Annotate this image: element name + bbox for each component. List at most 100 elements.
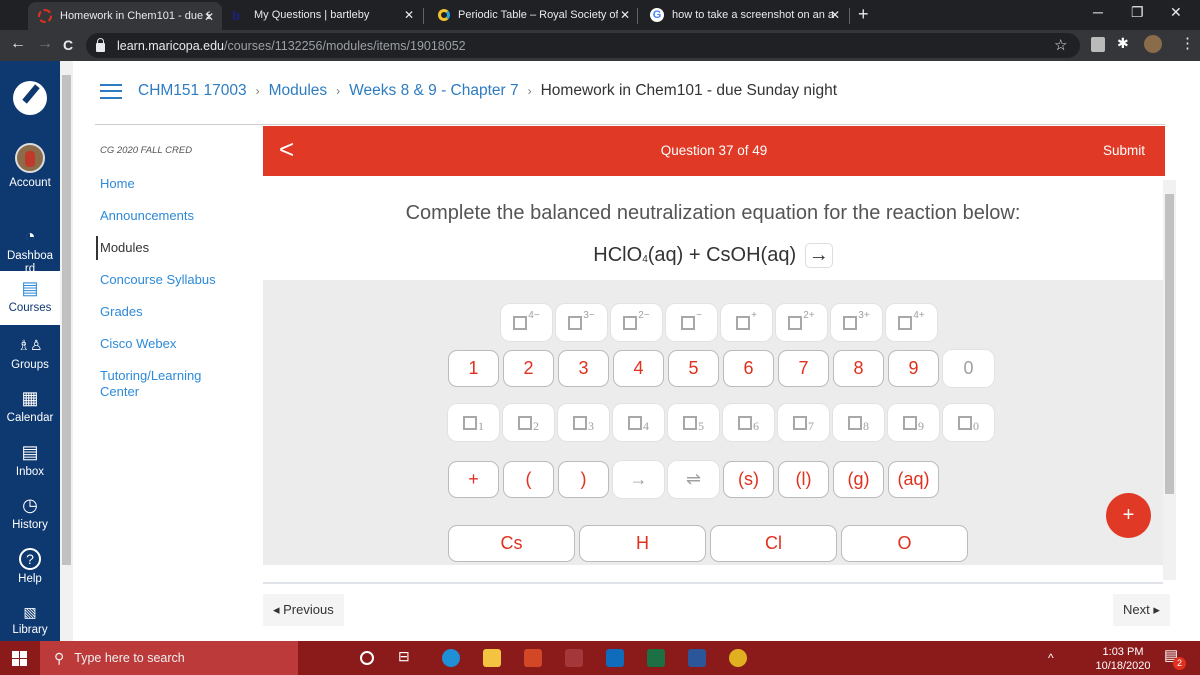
tab-periodic-table[interactable]: Periodic Table – Royal Society of ✕ xyxy=(428,0,638,30)
puzzle-extensions-icon[interactable]: ✱ xyxy=(1117,35,1129,52)
minimize-button[interactable]: ─ xyxy=(1093,4,1103,20)
breadcrumb-module[interactable]: Weeks 8 & 9 - Chapter 7 xyxy=(349,82,518,100)
symbol-key[interactable]: (l) xyxy=(778,461,829,498)
hamburger-menu-icon[interactable] xyxy=(100,83,122,99)
symbol-key[interactable]: + xyxy=(448,461,499,498)
symbol-key[interactable]: ) xyxy=(558,461,609,498)
close-tab-icon[interactable]: ✕ xyxy=(620,8,630,22)
subscript-key[interactable]: 3 xyxy=(558,404,609,441)
tab-bartleby[interactable]: b My Questions | bartleby ✕ xyxy=(222,0,422,30)
digit-key[interactable]: 6 xyxy=(723,350,774,387)
element-key[interactable]: Cs xyxy=(448,525,575,562)
word-icon[interactable] xyxy=(688,649,706,667)
tray-expand-icon[interactable]: ^ xyxy=(1048,651,1054,665)
digit-key[interactable]: 7 xyxy=(778,350,829,387)
chrome-icon[interactable] xyxy=(729,649,747,667)
course-nav-modules[interactable]: Modules xyxy=(96,236,216,260)
close-window-button[interactable]: ✕ xyxy=(1170,4,1182,21)
digit-key[interactable]: 9 xyxy=(888,350,939,387)
element-key[interactable]: Cl xyxy=(710,525,837,562)
task-view-icon[interactable]: ⊟ xyxy=(398,648,416,666)
symbol-key[interactable]: ( xyxy=(503,461,554,498)
subscript-key[interactable]: 5 xyxy=(668,404,719,441)
charge-key[interactable]: 2+ xyxy=(776,304,827,341)
global-nav-inbox[interactable]: ▤ Inbox xyxy=(0,441,60,479)
global-nav-calendar[interactable]: ▦ Calendar xyxy=(0,387,60,425)
digit-key[interactable]: 8 xyxy=(833,350,884,387)
back-button[interactable]: ← xyxy=(10,35,26,53)
new-tab-button[interactable]: + xyxy=(858,4,869,25)
symbol-key[interactable]: ⇌ xyxy=(668,461,719,498)
charge-key[interactable]: 2− xyxy=(611,304,662,341)
charge-key[interactable]: 4+ xyxy=(886,304,937,341)
close-tab-icon[interactable]: ✕ xyxy=(204,10,214,24)
global-nav-dashboard[interactable]: ◔ Dashboa rd xyxy=(0,225,60,276)
charge-key[interactable]: + xyxy=(721,304,772,341)
symbol-key[interactable]: → xyxy=(613,461,664,498)
reload-button[interactable]: C xyxy=(63,37,73,53)
symbol-key[interactable]: (aq) xyxy=(888,461,939,498)
subscript-key[interactable]: 6 xyxy=(723,404,774,441)
access-icon[interactable] xyxy=(565,649,583,667)
course-nav-syllabus[interactable]: Concourse Syllabus xyxy=(100,272,216,288)
bookmark-star-icon[interactable]: ☆ xyxy=(1054,36,1067,54)
symbol-key[interactable]: (g) xyxy=(833,461,884,498)
global-nav-courses[interactable]: ▤ Courses xyxy=(0,271,60,325)
scrollbar-thumb[interactable] xyxy=(1165,194,1174,494)
digit-key[interactable]: 1 xyxy=(448,350,499,387)
subscript-key[interactable]: 1 xyxy=(448,404,499,441)
element-key[interactable]: O xyxy=(841,525,968,562)
breadcrumb-course[interactable]: CHM151 17003 xyxy=(138,82,247,100)
cortana-icon[interactable] xyxy=(360,651,374,665)
digit-key[interactable]: 5 xyxy=(668,350,719,387)
charge-key[interactable]: 3+ xyxy=(831,304,882,341)
subscript-key[interactable]: 9 xyxy=(888,404,939,441)
breadcrumb-modules[interactable]: Modules xyxy=(269,82,328,100)
digit-key[interactable]: 3 xyxy=(558,350,609,387)
global-nav-help[interactable]: ? Help xyxy=(0,548,60,586)
add-button[interactable]: + xyxy=(1106,493,1151,538)
course-nav-announcements[interactable]: Announcements xyxy=(100,208,216,224)
course-nav-webex[interactable]: Cisco Webex xyxy=(100,336,216,352)
digit-key[interactable]: 0 xyxy=(943,350,994,387)
taskbar-search[interactable]: ⚲ Type here to search xyxy=(40,641,298,675)
left-scrollbar[interactable] xyxy=(60,61,73,641)
global-nav-history[interactable]: ◷ History xyxy=(0,494,60,532)
course-nav-home[interactable]: Home xyxy=(100,176,216,192)
subscript-key[interactable]: 0 xyxy=(943,404,994,441)
forward-button[interactable]: → xyxy=(37,35,53,53)
digit-key[interactable]: 4 xyxy=(613,350,664,387)
digit-key[interactable]: 2 xyxy=(503,350,554,387)
tab-homework[interactable]: Homework in Chem101 - due Sun ✕ xyxy=(28,2,222,30)
browser-menu-icon[interactable]: ⋮ xyxy=(1180,34,1195,52)
charge-key[interactable]: 3− xyxy=(556,304,607,341)
close-tab-icon[interactable]: ✕ xyxy=(830,8,840,22)
global-nav-groups[interactable]: ♗♙ Groups xyxy=(0,334,60,372)
answer-input-box[interactable]: → xyxy=(804,243,833,268)
close-tab-icon[interactable]: ✕ xyxy=(404,8,414,22)
powerpoint-icon[interactable] xyxy=(524,649,542,667)
windows-start-icon[interactable] xyxy=(12,651,27,666)
subscript-key[interactable]: 2 xyxy=(503,404,554,441)
course-nav-grades[interactable]: Grades xyxy=(100,304,216,320)
next-button[interactable]: Next ▸ xyxy=(1113,594,1170,626)
restore-button[interactable]: ❐ xyxy=(1131,4,1144,21)
right-scrollbar[interactable] xyxy=(1163,180,1176,580)
outlook-icon[interactable] xyxy=(606,649,624,667)
extension-icon[interactable] xyxy=(1091,37,1105,52)
edge-icon[interactable] xyxy=(442,649,460,667)
clock[interactable]: 1:03 PM 10/18/2020 xyxy=(1092,645,1154,673)
subscript-key[interactable]: 7 xyxy=(778,404,829,441)
excel-icon[interactable] xyxy=(647,649,665,667)
file-explorer-icon[interactable] xyxy=(483,649,501,667)
canvas-logo[interactable] xyxy=(13,81,47,115)
profile-avatar[interactable] xyxy=(1144,35,1162,53)
address-bar[interactable]: learn.maricopa.edu/courses/1132256/modul… xyxy=(86,33,1080,58)
element-key[interactable]: H xyxy=(579,525,706,562)
charge-key[interactable]: 4− xyxy=(501,304,552,341)
charge-key[interactable]: − xyxy=(666,304,717,341)
previous-button[interactable]: ◂ Previous xyxy=(263,594,344,626)
subscript-key[interactable]: 8 xyxy=(833,404,884,441)
global-nav-account[interactable]: Account xyxy=(0,143,60,190)
global-nav-library[interactable]: ▧ Library xyxy=(0,603,60,637)
